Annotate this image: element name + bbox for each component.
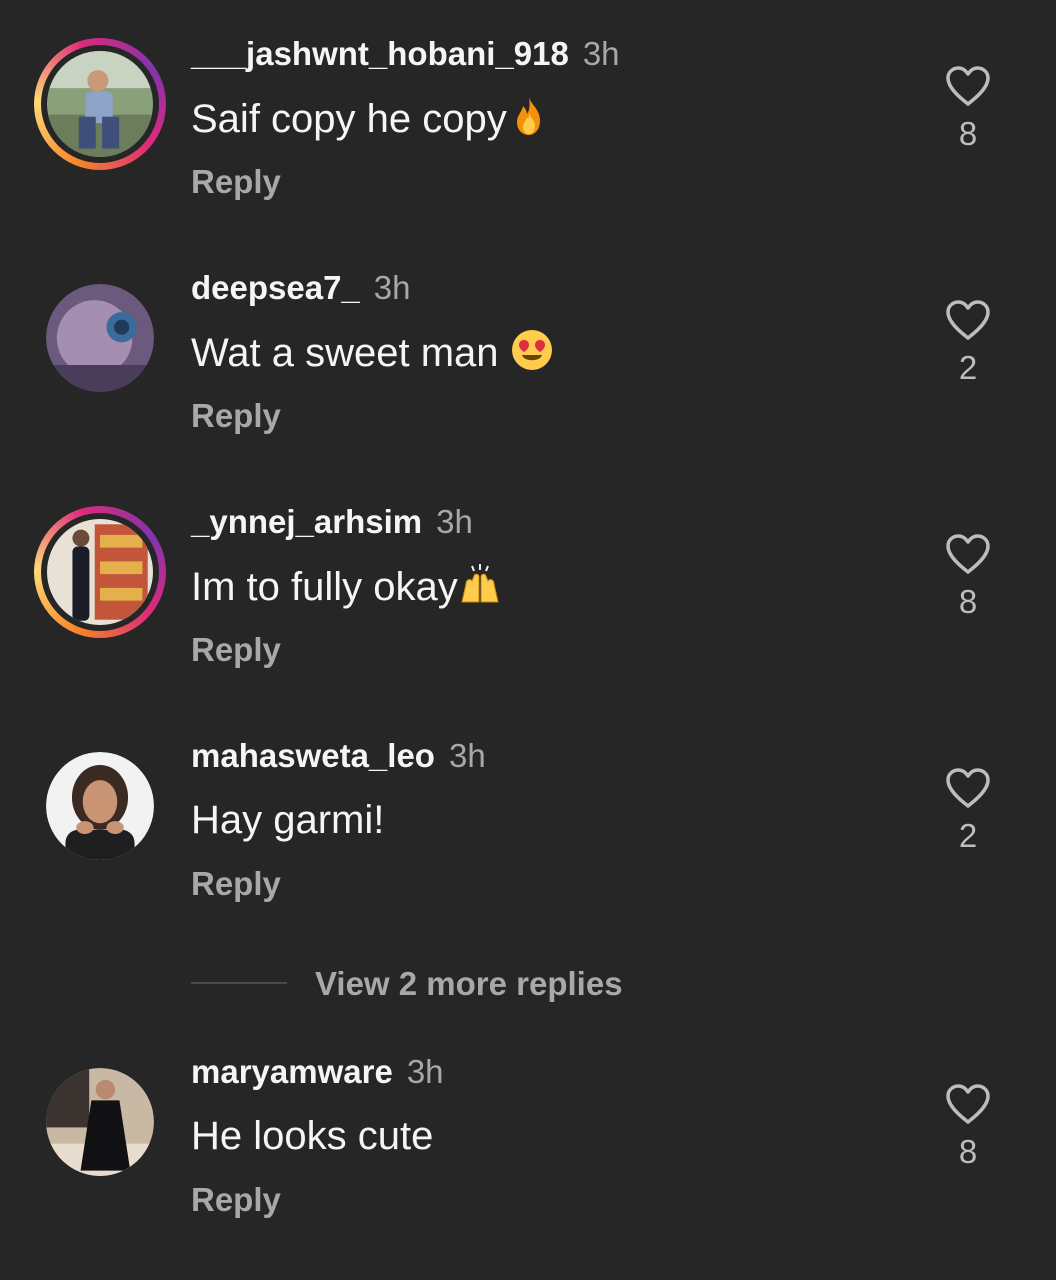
view-more-replies-label[interactable]: View 2 more replies: [315, 964, 623, 1004]
comment-body: Wat a sweet man: [191, 331, 499, 375]
comment-text: Hay garmi!: [191, 796, 384, 844]
avatar-story-ring[interactable]: [34, 38, 166, 170]
comment-header: mahasweta_leo 3h: [191, 736, 486, 776]
timestamp: 3h: [582, 35, 620, 72]
username[interactable]: deepsea7_: [191, 269, 360, 306]
avatar: [47, 519, 153, 625]
like-count: 8: [958, 115, 978, 152]
heart-icon[interactable]: [944, 532, 992, 576]
heart-icon[interactable]: [944, 298, 992, 342]
comment-item: deepsea7_ 3h Wat a sweet man Reply 2: [0, 234, 1056, 434]
comment-header: _ynnej_arhsim 3h: [191, 502, 473, 542]
heart-icon[interactable]: [944, 766, 992, 810]
comment-text: Wat a sweet man: [191, 328, 554, 377]
comment-header: deepsea7_ 3h: [191, 268, 411, 308]
comments-screen: ___jashwnt_hobani_918 3h Saif copy he cop…: [0, 0, 1056, 1280]
heart-eyes-emoji-icon: [511, 330, 552, 370]
avatar: [46, 752, 154, 860]
comment-item: ___jashwnt_hobani_918 3h Saif copy he cop…: [0, 0, 1056, 200]
avatar: [46, 1068, 154, 1176]
comment-body: He looks cute: [191, 1114, 434, 1158]
like-button[interactable]: 8: [940, 532, 996, 622]
comment-item: mahasweta_leo 3h Hay garmi! Reply 2: [0, 702, 1056, 902]
username[interactable]: _ynnej_arhsim: [191, 503, 422, 540]
avatar-wrapper[interactable]: [46, 284, 154, 392]
reply-button[interactable]: Reply: [191, 396, 281, 436]
comment-item: _ynnej_arhsim 3h Im to fully okay Reply 8: [0, 468, 1056, 668]
timestamp: 3h: [436, 503, 473, 540]
heart-icon[interactable]: [944, 1082, 992, 1126]
comment-text: Saif copy he copy: [191, 94, 551, 143]
comment-text: He looks cute: [191, 1112, 433, 1160]
like-count: 2: [958, 817, 978, 854]
comment-body: Hay garmi!: [191, 798, 385, 842]
like-button[interactable]: 2: [940, 298, 996, 388]
username[interactable]: maryamware: [191, 1053, 393, 1090]
comment-text: Im to fully okay: [191, 562, 502, 611]
like-count: 8: [958, 1133, 978, 1170]
like-button[interactable]: 8: [940, 64, 996, 154]
username[interactable]: mahasweta_leo: [191, 737, 435, 774]
timestamp: 3h: [406, 1053, 444, 1090]
fire-emoji-icon: [516, 97, 540, 135]
avatar: [46, 284, 154, 392]
like-button[interactable]: 8: [940, 1082, 996, 1172]
like-button[interactable]: 2: [940, 766, 996, 856]
reply-button[interactable]: Reply: [191, 162, 281, 202]
avatar-wrapper[interactable]: [46, 1068, 154, 1176]
avatar: [47, 51, 153, 157]
divider-line: [191, 982, 287, 984]
reply-button[interactable]: Reply: [191, 1180, 281, 1220]
comment-body: Saif copy he copy: [191, 97, 507, 141]
avatar-story-ring[interactable]: [34, 506, 166, 638]
username[interactable]: ___jashwnt_hobani_918: [191, 35, 569, 72]
reply-button[interactable]: Reply: [191, 864, 281, 904]
timestamp: 3h: [373, 269, 411, 306]
timestamp: 3h: [448, 737, 486, 774]
like-count: 8: [958, 583, 978, 620]
raising-hands-emoji-icon: [461, 564, 499, 603]
comment-header: maryamware 3h: [191, 1052, 444, 1092]
comment-body: Im to fully okay: [191, 565, 458, 609]
comment-item: maryamware 3h He looks cute Reply 8: [0, 1018, 1056, 1218]
heart-icon[interactable]: [944, 64, 992, 108]
like-count: 2: [958, 349, 978, 386]
comment-header: ___jashwnt_hobani_918 3h: [191, 34, 620, 74]
avatar-wrapper[interactable]: [46, 752, 154, 860]
reply-button[interactable]: Reply: [191, 630, 281, 670]
